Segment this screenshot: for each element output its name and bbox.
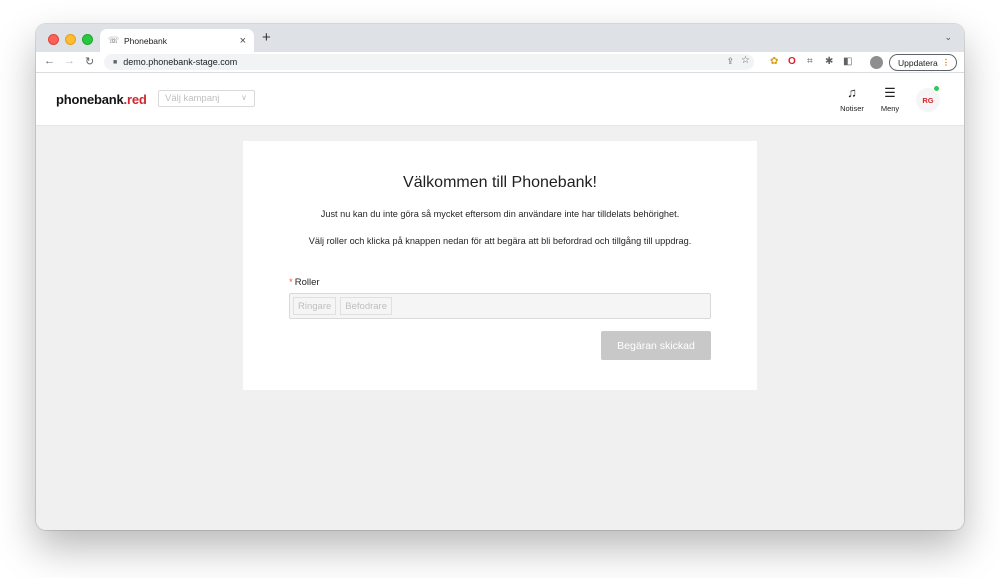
request-sent-button[interactable]: Begäran skickad bbox=[601, 331, 711, 360]
close-window-button[interactable] bbox=[48, 34, 59, 45]
role-tag-ringare: Ringare bbox=[293, 297, 337, 315]
hamburger-menu-icon: ☰ bbox=[884, 85, 896, 100]
welcome-title: Välkommen till Phonebank! bbox=[403, 174, 597, 191]
forward-arrow-icon[interactable]: → bbox=[64, 55, 75, 67]
update-browser-button[interactable]: Uppdatera ⋮ bbox=[889, 54, 958, 71]
address-bar[interactable]: ■ demo.phonebank-stage.com ⇪ ☆ bbox=[104, 54, 754, 70]
maximize-window-button[interactable] bbox=[82, 34, 93, 45]
roles-label-text: Roller bbox=[294, 277, 320, 288]
browser-profile-avatar[interactable] bbox=[870, 56, 883, 69]
online-status-dot bbox=[933, 85, 940, 92]
side-panel-icon[interactable]: ◧ bbox=[843, 56, 852, 67]
bell-icon: ♫ bbox=[847, 85, 857, 100]
url-text: demo.phonebank-stage.com bbox=[123, 57, 238, 67]
extensions-puzzle-icon[interactable]: ✱ bbox=[825, 56, 833, 67]
back-arrow-icon[interactable]: ← bbox=[44, 55, 55, 67]
lock-icon: ■ bbox=[113, 58, 118, 66]
update-button-label: Uppdatera bbox=[898, 57, 938, 68]
more-options-icon: ⋮ bbox=[941, 57, 951, 67]
welcome-card: Välkommen till Phonebank! Just nu kan du… bbox=[243, 141, 757, 390]
campaign-select[interactable]: Välj kampanj ∨ bbox=[158, 90, 255, 107]
notifications-button[interactable]: ♫ Notiser bbox=[837, 85, 867, 113]
roles-select[interactable]: Ringare Befodrare bbox=[289, 293, 711, 319]
capture-extension-icon[interactable]: ⌗ bbox=[807, 56, 813, 67]
color-extension-icon[interactable]: ✿ bbox=[770, 56, 778, 67]
campaign-select-placeholder: Välj kampanj bbox=[165, 93, 220, 104]
phonebank-logo[interactable]: phonebank.red bbox=[56, 92, 147, 107]
roles-label: * Roller bbox=[289, 277, 320, 288]
minimize-window-button[interactable] bbox=[65, 34, 76, 45]
share-icon[interactable]: ⇪ bbox=[726, 56, 734, 67]
menu-label: Meny bbox=[880, 104, 900, 113]
main-content: Välkommen till Phonebank! Just nu kan du… bbox=[36, 126, 964, 530]
browser-window: ☏ Phonebank × + ⌄ ← → ↻ ■ demo.phonebank… bbox=[36, 24, 964, 530]
tab-strip: ☏ Phonebank × + ⌄ bbox=[36, 24, 964, 52]
chevron-down-icon: ∨ bbox=[241, 93, 247, 102]
notifications-label: Notiser bbox=[840, 104, 864, 113]
logo-accent-text: .red bbox=[123, 92, 147, 107]
browser-toolbar: ← → ↻ ■ demo.phonebank-stage.com ⇪ ☆ ✿ O… bbox=[36, 52, 964, 73]
close-tab-icon[interactable]: × bbox=[240, 35, 246, 47]
required-mark: * bbox=[289, 277, 293, 288]
new-tab-icon[interactable]: + bbox=[262, 29, 271, 46]
phone-favicon-icon: ☏ bbox=[108, 35, 120, 45]
welcome-description-2: Välj roller och klicka på knappen nedan … bbox=[308, 236, 692, 246]
reload-icon[interactable]: ↻ bbox=[85, 55, 94, 68]
logo-main-text: phonebank bbox=[56, 92, 124, 107]
tab-title: Phonebank bbox=[124, 35, 168, 46]
menu-button[interactable]: ☰ Meny bbox=[877, 85, 903, 113]
bookmark-star-icon[interactable]: ☆ bbox=[741, 55, 750, 66]
browser-tab[interactable]: ☏ Phonebank × bbox=[100, 29, 254, 52]
tab-search-chevron-icon[interactable]: ⌄ bbox=[944, 32, 952, 43]
app-header: phonebank.red Välj kampanj ∨ ♫ Notiser ☰… bbox=[36, 73, 964, 126]
welcome-description-1: Just nu kan du inte göra så mycket efter… bbox=[320, 209, 680, 219]
opera-extension-icon[interactable]: O bbox=[788, 56, 796, 67]
role-tag-befodrare: Befodrare bbox=[340, 297, 393, 315]
